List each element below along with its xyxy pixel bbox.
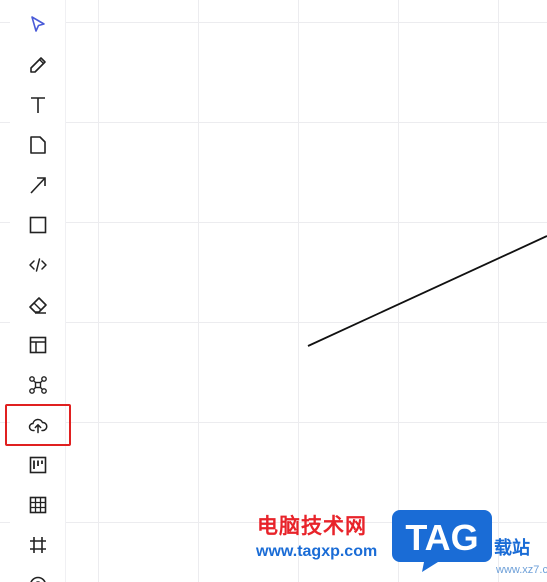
eraser-icon	[29, 297, 47, 314]
eraser-tool-button[interactable]	[18, 287, 58, 323]
note-tool-button[interactable]	[18, 127, 58, 163]
code-icon	[29, 258, 47, 272]
kanban-icon	[29, 456, 47, 474]
sticky-note-icon	[30, 136, 46, 154]
app-window: 电脑技术网 www.tagxp.com TAG 载站 www.xz7.com	[0, 0, 547, 582]
drawn-line[interactable]	[307, 235, 547, 347]
kanban-tool-button[interactable]	[18, 447, 58, 483]
table-icon	[29, 496, 47, 514]
watermark-suffix: 载站	[494, 538, 530, 559]
frame-hash-icon	[30, 537, 46, 553]
layout-icon	[29, 336, 47, 354]
pointer-icon	[31, 16, 45, 32]
upload-tool-button[interactable]	[5, 404, 71, 446]
layout-tool-button[interactable]	[18, 327, 58, 363]
code-tool-button[interactable]	[18, 247, 58, 283]
pen-tool-button[interactable]	[18, 47, 58, 83]
upload-cloud-icon	[28, 418, 48, 434]
table-tool-button[interactable]	[18, 487, 58, 523]
pencil-icon	[30, 57, 46, 73]
frame-tool-button[interactable]	[18, 527, 58, 563]
arrow-icon	[30, 177, 46, 194]
text-icon	[31, 97, 45, 113]
whiteboard-canvas[interactable]	[0, 0, 547, 582]
more-icon	[30, 576, 46, 582]
watermark: 电脑技术网 www.tagxp.com TAG 载站 www.xz7.com	[250, 506, 547, 582]
arrow-tool-button[interactable]	[18, 167, 58, 203]
drawing-layer	[307, 235, 547, 347]
watermark-title: 电脑技术网	[257, 514, 367, 538]
rectangle-icon	[29, 216, 47, 234]
mindmap-tool-button[interactable]	[18, 367, 58, 403]
select-tool-button[interactable]	[18, 7, 58, 43]
text-tool-button[interactable]	[18, 87, 58, 123]
rectangle-tool-button[interactable]	[18, 207, 58, 243]
left-toolbar	[5, 0, 71, 582]
more-tool-button[interactable]	[18, 567, 58, 582]
tag-logo-icon: TAG	[392, 510, 492, 572]
tag-logo-text: TAG	[405, 517, 478, 558]
watermark-small: www.xz7.com	[496, 564, 547, 576]
mindmap-icon	[29, 376, 47, 394]
watermark-url: www.tagxp.com	[256, 543, 378, 560]
